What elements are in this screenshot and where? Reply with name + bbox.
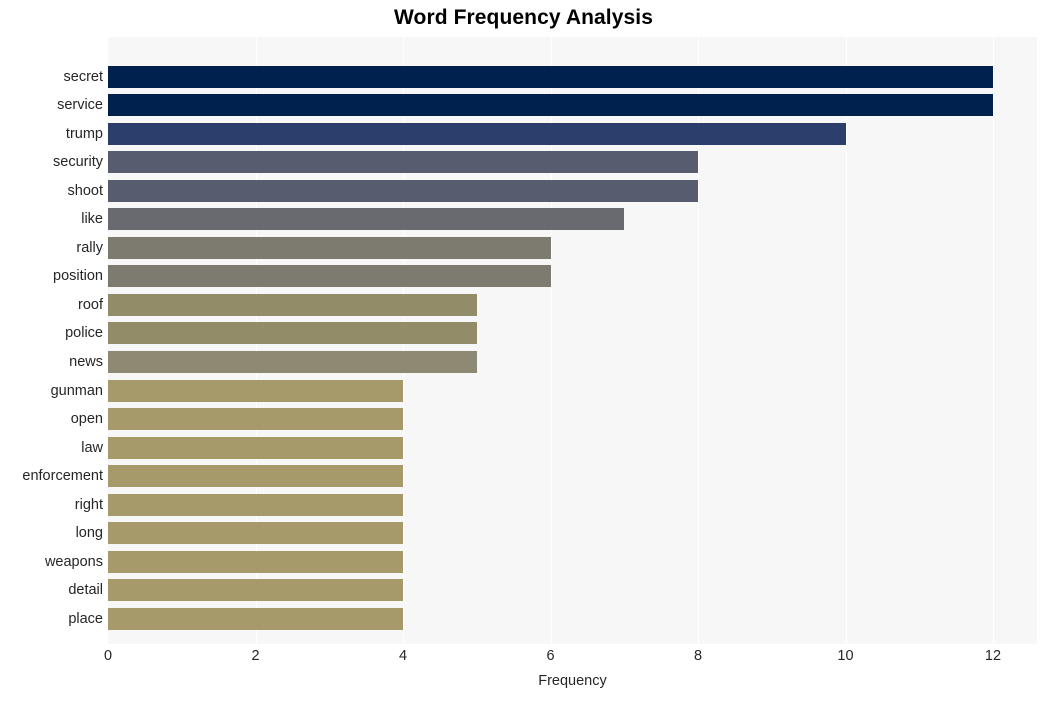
- y-tick-label-news: news: [69, 354, 103, 370]
- y-tick-label-roof: roof: [78, 296, 103, 313]
- y-tick-label-shoot: shoot: [67, 182, 103, 199]
- bar-position[interactable]: [108, 265, 551, 288]
- y-tick-label-like: like: [81, 211, 103, 228]
- x-tick-label-6: 6: [546, 648, 555, 664]
- bar-gunman[interactable]: [108, 379, 403, 402]
- x-axis-label: Frequency: [538, 673, 607, 689]
- y-tick-label-rally: rally: [76, 239, 103, 256]
- x-tick-label-2: 2: [251, 648, 260, 664]
- y-tick-label-secret: secret: [63, 68, 104, 85]
- x-tick-label-12: 12: [984, 648, 1002, 664]
- bar-police[interactable]: [108, 322, 477, 345]
- y-tick-label-enforcement: enforcement: [22, 468, 103, 485]
- y-tick-label-detail: detail: [68, 582, 103, 599]
- plot-area: [108, 37, 1037, 644]
- y-tick-label-law: law: [81, 439, 103, 456]
- bar-detail[interactable]: [108, 579, 403, 602]
- x-tick-label-4: 4: [398, 648, 408, 664]
- x-tick-label-10: 10: [837, 648, 854, 664]
- bar-trump[interactable]: [108, 122, 846, 145]
- y-tick-label-right: right: [74, 496, 103, 513]
- y-tick-label-police: police: [65, 325, 103, 342]
- bars-layer: [108, 37, 1037, 644]
- bar-news[interactable]: [108, 351, 477, 373]
- y-tick-label-place: place: [68, 610, 103, 627]
- y-tick-label-long: long: [75, 525, 103, 542]
- bar-rally[interactable]: [108, 236, 551, 259]
- y-tick-label-open: open: [70, 411, 103, 428]
- y-tick-label-weapons: weapons: [44, 553, 103, 570]
- bar-secret[interactable]: [108, 65, 993, 88]
- x-axis-tick-labels: 0 2 4 6 8 10 12: [0, 648, 1047, 670]
- bar-place[interactable]: [108, 607, 403, 630]
- y-tick-label-trump: trump: [65, 125, 103, 142]
- y-tick-label-position: position: [53, 268, 103, 285]
- y-tick-label-service: service: [57, 97, 103, 114]
- y-tick-label-gunman: gunman: [50, 382, 103, 399]
- bar-enforcement[interactable]: [108, 465, 403, 488]
- word-frequency-bar-chart: Word Frequency Analysis secret service tru…: [0, 0, 1047, 701]
- bar-long[interactable]: [108, 522, 403, 545]
- x-tick-label-0: 0: [103, 648, 113, 664]
- bar-open[interactable]: [108, 408, 403, 431]
- bar-like[interactable]: [108, 208, 625, 231]
- bar-shoot[interactable]: [108, 179, 698, 202]
- bar-law[interactable]: [108, 436, 403, 459]
- y-tick-label-security: security: [53, 154, 103, 171]
- bar-roof[interactable]: [108, 293, 477, 316]
- chart-title: Word Frequency Analysis: [393, 6, 654, 29]
- bar-right[interactable]: [108, 493, 403, 516]
- bar-weapons[interactable]: [108, 550, 403, 573]
- bar-security[interactable]: [108, 151, 698, 174]
- y-axis-tick-labels: secret service trump security shoot like rally…: [0, 37, 103, 644]
- bar-service[interactable]: [108, 94, 993, 117]
- x-tick-label-8: 8: [693, 648, 703, 664]
